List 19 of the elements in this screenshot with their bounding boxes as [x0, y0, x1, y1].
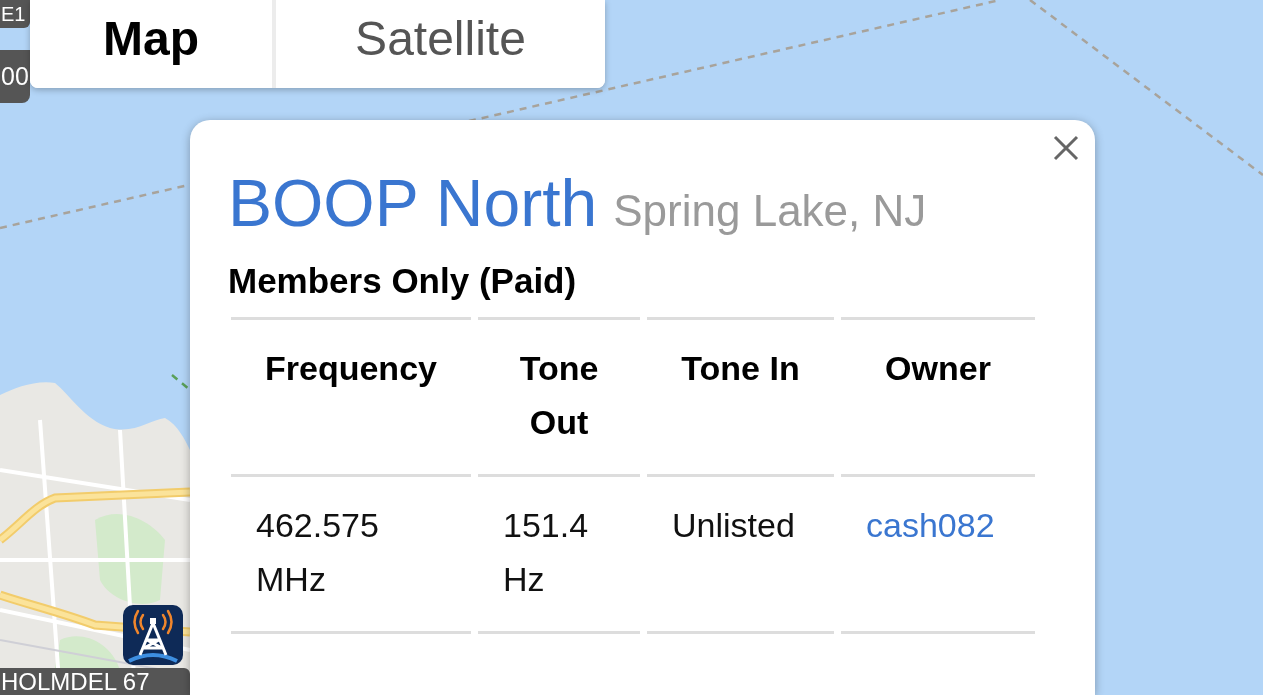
- map-type-tab[interactable]: Satellite: [272, 0, 605, 88]
- column-header: Frequency: [231, 316, 471, 474]
- table-cell: 151.4 Hz: [478, 473, 640, 634]
- map-marker-label[interactable]: 00: [0, 50, 30, 103]
- map-type-tab[interactable]: Map: [30, 0, 272, 88]
- close-button[interactable]: [1053, 134, 1081, 162]
- location-text: Spring Lake, NJ: [613, 187, 927, 236]
- column-header: Tone Out: [478, 316, 640, 474]
- table-cell: Unlisted: [647, 473, 834, 634]
- close-icon: [1053, 135, 1079, 161]
- owner-link[interactable]: cash082: [866, 505, 995, 544]
- access-text: Members Only (Paid): [228, 259, 578, 302]
- map-marker-label[interactable]: HOLMDEL 67: [0, 668, 190, 695]
- popup-title: BOOP North: [228, 167, 598, 240]
- column-header: Tone In: [647, 316, 834, 474]
- table-cell: 462.575 MHz: [231, 473, 471, 634]
- column-header: Owner: [841, 316, 1035, 474]
- radio-tower-icon[interactable]: [123, 605, 183, 665]
- map-marker-label[interactable]: E1: [0, 0, 30, 28]
